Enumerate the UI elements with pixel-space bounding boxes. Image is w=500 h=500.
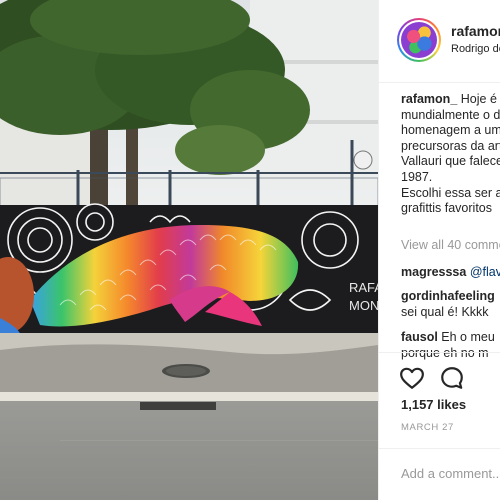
caption-line-3: homenagem a um dos [401,123,500,138]
comment-item: fausol Eh o meu [401,329,500,345]
comment-username[interactable]: gordinhafeeling [401,289,495,303]
post-actions: 1,157 likes MARCH 27 [379,352,500,453]
caption-line-4: precursoras da arte [401,138,500,153]
mural-signature-text-2: MON [349,298,378,313]
post-photo[interactable]: RAFA MON [0,0,378,500]
caption-text-1: Hoje é [460,92,497,106]
speech-bubble-icon[interactable] [439,365,465,391]
heart-icon[interactable] [399,365,425,391]
avatar-image [401,22,437,58]
post-header: rafamon_ Rodrigo de Freitas [379,0,500,83]
author-username[interactable]: rafamon_ [451,23,500,39]
post-location[interactable]: Rodrigo de Freitas [451,43,500,55]
comment-username[interactable]: fausol [401,330,438,344]
instagram-post: RAFA MON rafamon_ Rodrigo de Freitas [0,0,500,500]
comment-text: Eh o meu [441,330,495,344]
mural-signature-text: RAFA [349,280,378,295]
post-side-panel: rafamon_ Rodrigo de Freitas rafamon_ Hoj… [378,0,500,500]
mermaid-mural-photo: RAFA MON [0,0,378,500]
caption-line-6: 1987. [401,169,433,184]
caption-line-2: mundialmente o dia [401,107,500,122]
comment-text-line: sei qual é! Kkkk [401,305,489,319]
caption-line-7: Escolhi essa ser a [401,185,500,200]
avatar-frame [399,20,439,60]
caption-line-8: grafittis favoritos [401,201,493,216]
caption-line-5: Vallauri que faleceu [401,154,500,169]
comment-text[interactable]: @flavi [470,265,500,279]
comment-username[interactable]: magresssa [401,265,466,279]
comment-item: magresssa @flavi [401,264,500,280]
avatar[interactable] [397,18,441,62]
caption-username[interactable]: rafamon_ [401,92,457,106]
caption-line-1: rafamon_ Hoje é [401,92,500,108]
add-comment-bar [379,448,500,500]
comment-item: gordinhafeeling [401,288,500,304]
view-all-comments-link[interactable]: View all 40 comments [401,238,500,252]
post-date: MARCH 27 [401,422,454,433]
likes-count[interactable]: 1,157 likes [401,397,466,412]
post-caption: rafamon_ Hoje é mundialmente o dia homen… [401,92,500,217]
add-comment-input[interactable] [401,461,500,485]
